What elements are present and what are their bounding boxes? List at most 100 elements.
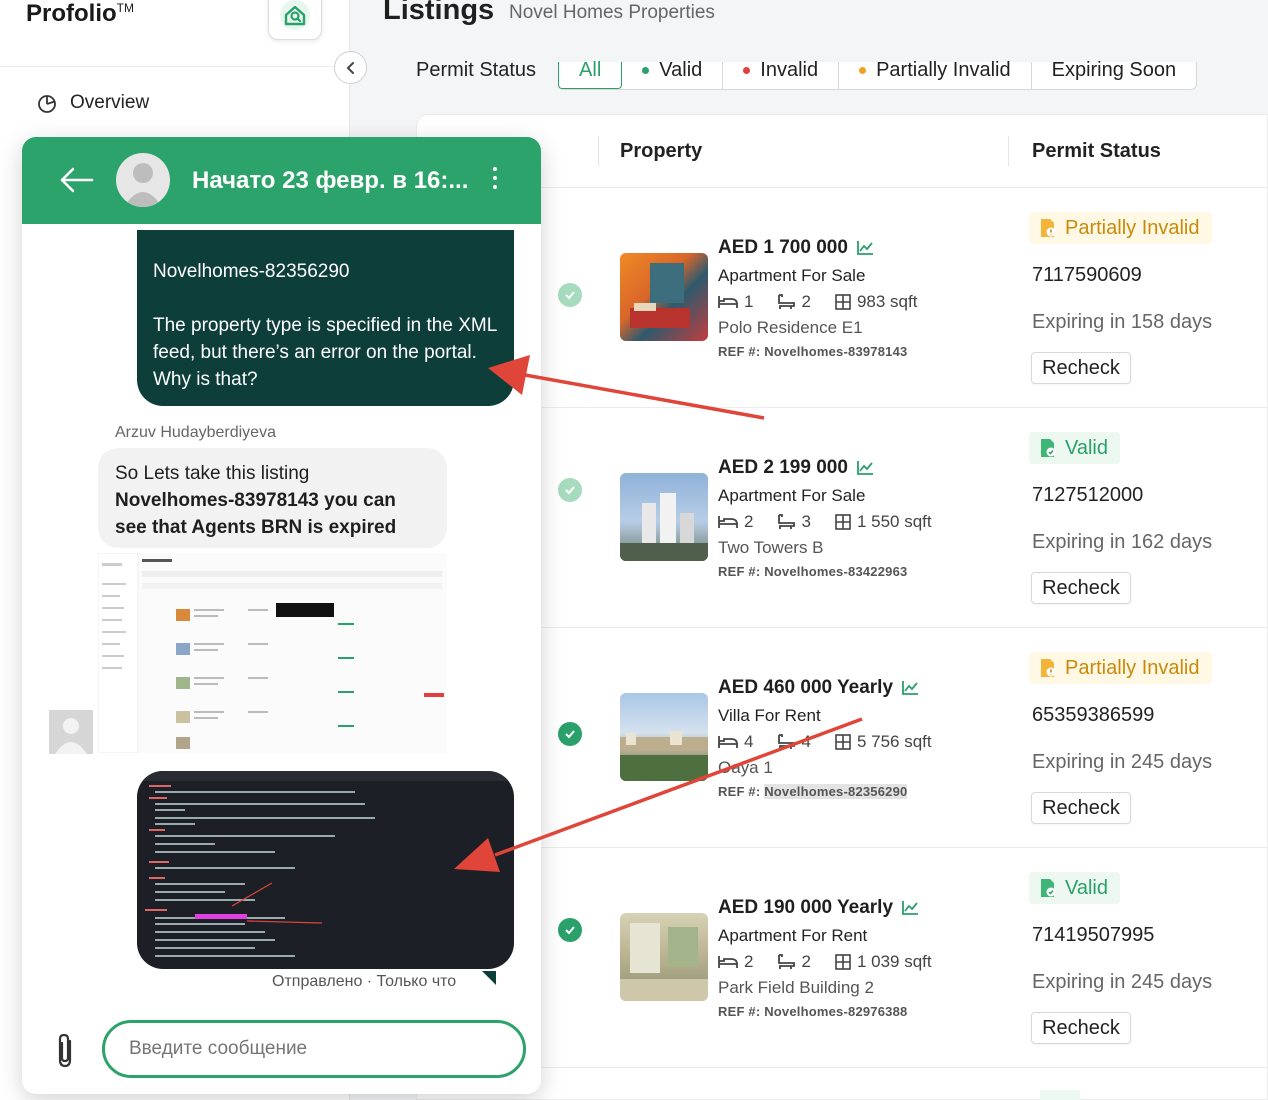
property-thumbnail[interactable]	[620, 253, 708, 341]
status-badge-partial-view	[1040, 1090, 1080, 1100]
ref-value[interactable]: Novelhomes-82356290	[764, 784, 908, 799]
partial-dot-icon	[859, 67, 867, 74]
property-thumbnail[interactable]	[620, 473, 708, 561]
baths-count: 2	[801, 292, 811, 311]
price-text: AED 190 000 Yearly	[718, 897, 894, 918]
chat-header: Начато 23 февр. в 16:...	[22, 137, 541, 224]
outgoing-message: Novelhomes-82356290 The property type is…	[137, 230, 514, 406]
area-value: 1 039 sqft	[856, 952, 932, 971]
document-check-icon	[1041, 879, 1056, 897]
filter-tab-partially-invalid[interactable]: Partially Invalid	[839, 60, 1032, 89]
bath-icon	[778, 954, 796, 969]
ref-label: REF #:	[718, 1004, 761, 1019]
check-icon	[558, 722, 582, 746]
filter-tab-label: All	[579, 59, 602, 81]
page-title: Listings	[383, 0, 495, 26]
price-trend-icon[interactable]	[901, 680, 919, 696]
expiring-text: Expiring in 245 days	[1032, 971, 1213, 993]
sidebar-item-overview[interactable]: Overview	[36, 92, 149, 114]
sidebar-divider	[0, 66, 350, 67]
message-input[interactable]	[102, 1020, 526, 1078]
price-text: AED 460 000 Yearly	[718, 677, 894, 698]
row-divider	[541, 627, 1268, 628]
paperclip-icon[interactable]	[56, 1033, 76, 1069]
ref-value[interactable]: Novelhomes-82976388	[764, 1004, 907, 1019]
price-trend-icon[interactable]	[856, 240, 874, 256]
chat-title: Начато 23 февр. в 16:...	[192, 167, 469, 194]
permit-number: 71419507995	[1032, 924, 1155, 946]
incoming-message: So Lets take this listing Novelhomes-839…	[98, 448, 447, 548]
filter-tab-expiring-soon[interactable]: Expiring Soon	[1032, 60, 1197, 89]
bubble-tail	[482, 971, 496, 985]
listing-price: AED 1 700 000	[718, 237, 874, 259]
status-text: Valid	[1065, 876, 1108, 899]
permit-number: 7117590609	[1032, 264, 1142, 286]
page-subtitle: Novel Homes Properties	[509, 2, 715, 23]
property-thumbnail[interactable]	[620, 913, 708, 1001]
check-icon	[558, 918, 582, 942]
recheck-button[interactable]: Recheck	[1031, 572, 1131, 604]
property-type: Villa For Rent	[718, 706, 821, 725]
filter-label: Permit Status	[416, 59, 537, 81]
status-badge: Partially Invalid	[1029, 212, 1212, 244]
chevron-left-icon	[346, 61, 354, 74]
permit-status-filter: Permit Status All Valid Invalid Partiall…	[383, 59, 1198, 92]
status-badge: Valid	[1029, 432, 1120, 464]
bed-icon	[718, 516, 738, 528]
permit-number: 7127512000	[1032, 484, 1144, 506]
area-value: 5 756 sqft	[856, 732, 932, 751]
document-warning-icon	[1041, 219, 1056, 237]
price-trend-icon[interactable]	[901, 900, 919, 916]
baths-count: 4	[801, 732, 811, 751]
column-header-permit-status[interactable]: Permit Status	[1032, 140, 1161, 163]
row-divider	[541, 847, 1268, 848]
recheck-button[interactable]: Recheck	[1031, 352, 1131, 384]
recheck-button[interactable]: Recheck	[1031, 792, 1131, 824]
brand-logo[interactable]: ProfolioTM	[26, 0, 134, 28]
building-name: Oaya 1	[718, 758, 773, 777]
pie-chart-icon	[38, 95, 56, 113]
beds-count: 4	[744, 732, 754, 751]
price-trend-icon[interactable]	[856, 460, 874, 476]
collapse-sidebar-button[interactable]	[334, 51, 367, 84]
permit-number: 65359386599	[1032, 704, 1155, 726]
ref-label: REF #:	[718, 564, 761, 579]
column-header-property[interactable]: Property	[620, 140, 702, 163]
property-type: Apartment For Rent	[718, 926, 868, 945]
back-arrow-icon[interactable]	[58, 164, 94, 196]
row-divider	[541, 1067, 1268, 1068]
baths-count: 2	[801, 952, 811, 971]
ref-value[interactable]: Novelhomes-83978143	[764, 344, 907, 359]
bath-icon	[778, 734, 796, 749]
more-options-icon[interactable]	[490, 167, 500, 189]
expiring-text: Expiring in 245 days	[1032, 751, 1213, 773]
attached-screenshot-listings[interactable]	[98, 553, 447, 753]
beds-count: 2	[744, 512, 754, 531]
filter-tab-invalid[interactable]: Invalid	[723, 59, 840, 89]
bed-icon	[718, 736, 738, 748]
invalid-dot-icon	[743, 67, 751, 74]
recheck-button[interactable]: Recheck	[1031, 1012, 1131, 1044]
message-text: So Lets take this listing	[115, 463, 310, 484]
filter-tab-valid[interactable]: Valid	[622, 60, 724, 89]
status-text: Valid	[1065, 436, 1108, 459]
row-divider	[541, 407, 1268, 408]
document-warning-icon	[1041, 659, 1056, 677]
property-thumbnail[interactable]	[620, 693, 708, 781]
message-ref: Novelhomes-82356290	[153, 261, 350, 282]
filter-tab-label: Invalid	[760, 59, 819, 81]
filter-tab-all[interactable]: All	[558, 59, 623, 89]
sent-status: Отправлено · Только что	[272, 973, 457, 990]
home-button[interactable]	[268, 0, 322, 40]
status-badge: Partially Invalid	[1029, 652, 1212, 684]
attached-screenshot-xml[interactable]	[137, 771, 514, 969]
ref-value[interactable]: Novelhomes-83422963	[764, 564, 907, 579]
bed-icon	[718, 956, 738, 968]
bath-icon	[778, 514, 796, 529]
agent-avatar	[49, 710, 93, 754]
expiring-text: Expiring in 158 days	[1032, 311, 1213, 333]
brand-name: Profolio	[26, 0, 117, 27]
ref-label: REF #:	[718, 344, 761, 359]
property-type: Apartment For Sale	[718, 486, 866, 505]
listing-price: AED 2 199 000	[718, 457, 874, 479]
